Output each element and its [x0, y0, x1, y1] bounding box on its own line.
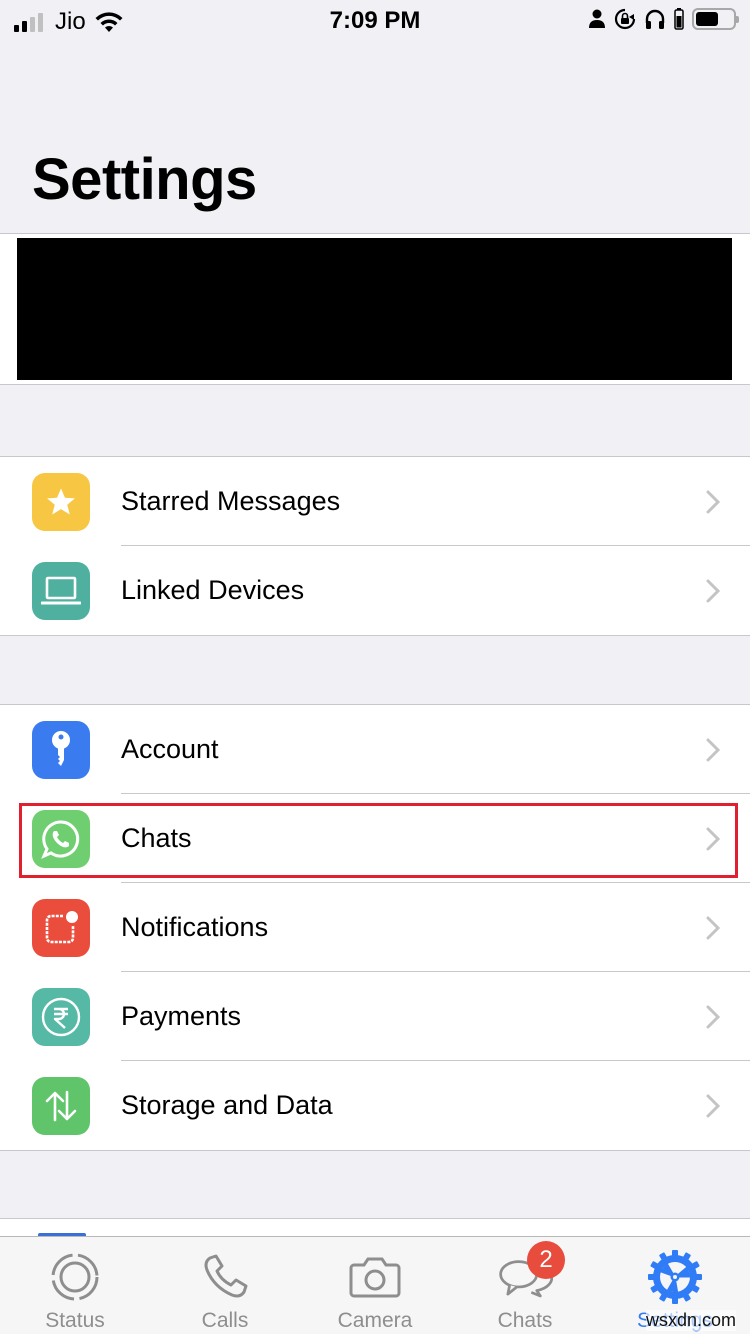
notification-icon	[32, 898, 90, 957]
row-linked-devices[interactable]: Linked Devices	[0, 546, 750, 635]
star-icon	[32, 472, 90, 531]
chevron-right-icon	[706, 827, 720, 850]
row-storage-and-data[interactable]: Storage and Data	[0, 1061, 750, 1150]
row-label: Notifications	[121, 912, 269, 942]
settings-gear-icon	[647, 1249, 703, 1305]
row-label: Payments	[121, 1001, 242, 1031]
tab-label: Chats	[497, 1309, 553, 1332]
page-title: Settings	[32, 147, 257, 212]
settings-group-1: Starred Messages Linked Devices	[0, 456, 750, 636]
tab-label: Status	[45, 1309, 105, 1332]
tab-bar: Status Calls Camera 2 Chats	[0, 1236, 750, 1334]
row-label: Storage and Data	[121, 1090, 333, 1120]
tab-label: Calls	[201, 1309, 249, 1332]
battery-icon	[692, 8, 739, 30]
row-label: Starred Messages	[121, 486, 341, 516]
row-label: Linked Devices	[121, 575, 305, 605]
chat-bubbles-icon: 2	[497, 1241, 565, 1305]
arrows-updown-icon	[32, 1076, 90, 1135]
rupee-icon	[32, 987, 90, 1046]
row-label: Account	[121, 734, 219, 764]
rotation-lock-icon	[614, 8, 636, 30]
chevron-right-icon	[706, 579, 720, 602]
tab-label: Camera	[337, 1309, 413, 1332]
person-icon	[589, 9, 605, 28]
chevron-right-icon	[706, 490, 720, 513]
chevron-right-icon	[706, 1005, 720, 1028]
camera-icon	[347, 1249, 403, 1305]
tab-chats[interactable]: 2 Chats	[450, 1237, 600, 1334]
watermark: wsxdn.com	[645, 1310, 736, 1331]
settings-group-2: Account Chats Notifications Payments Sto…	[0, 704, 750, 1151]
chevron-right-icon	[706, 1094, 720, 1117]
whatsapp-icon	[32, 809, 90, 868]
headphone-battery-icon	[674, 8, 684, 30]
tab-status[interactable]: Status	[0, 1237, 150, 1334]
row-notifications[interactable]: Notifications	[0, 883, 750, 972]
tab-camera[interactable]: Camera	[300, 1237, 450, 1334]
status-bar: Jio 7:09 PM	[0, 0, 750, 40]
tab-calls[interactable]: Calls	[150, 1237, 300, 1334]
status-right	[588, 8, 739, 30]
status-icon	[47, 1249, 103, 1305]
row-account[interactable]: Account	[0, 705, 750, 794]
key-icon	[32, 720, 90, 779]
redacted-profile	[17, 238, 732, 380]
unread-badge: 2	[527, 1241, 565, 1279]
chevron-right-icon	[706, 916, 720, 939]
profile-row[interactable]	[0, 233, 750, 385]
phone-icon	[197, 1249, 253, 1305]
row-starred-messages[interactable]: Starred Messages	[0, 457, 750, 546]
row-label: Chats	[121, 823, 192, 853]
laptop-icon	[32, 561, 90, 620]
row-chats[interactable]: Chats	[0, 794, 750, 883]
row-payments[interactable]: Payments	[0, 972, 750, 1061]
chevron-right-icon	[706, 738, 720, 761]
headphones-icon	[645, 9, 665, 29]
